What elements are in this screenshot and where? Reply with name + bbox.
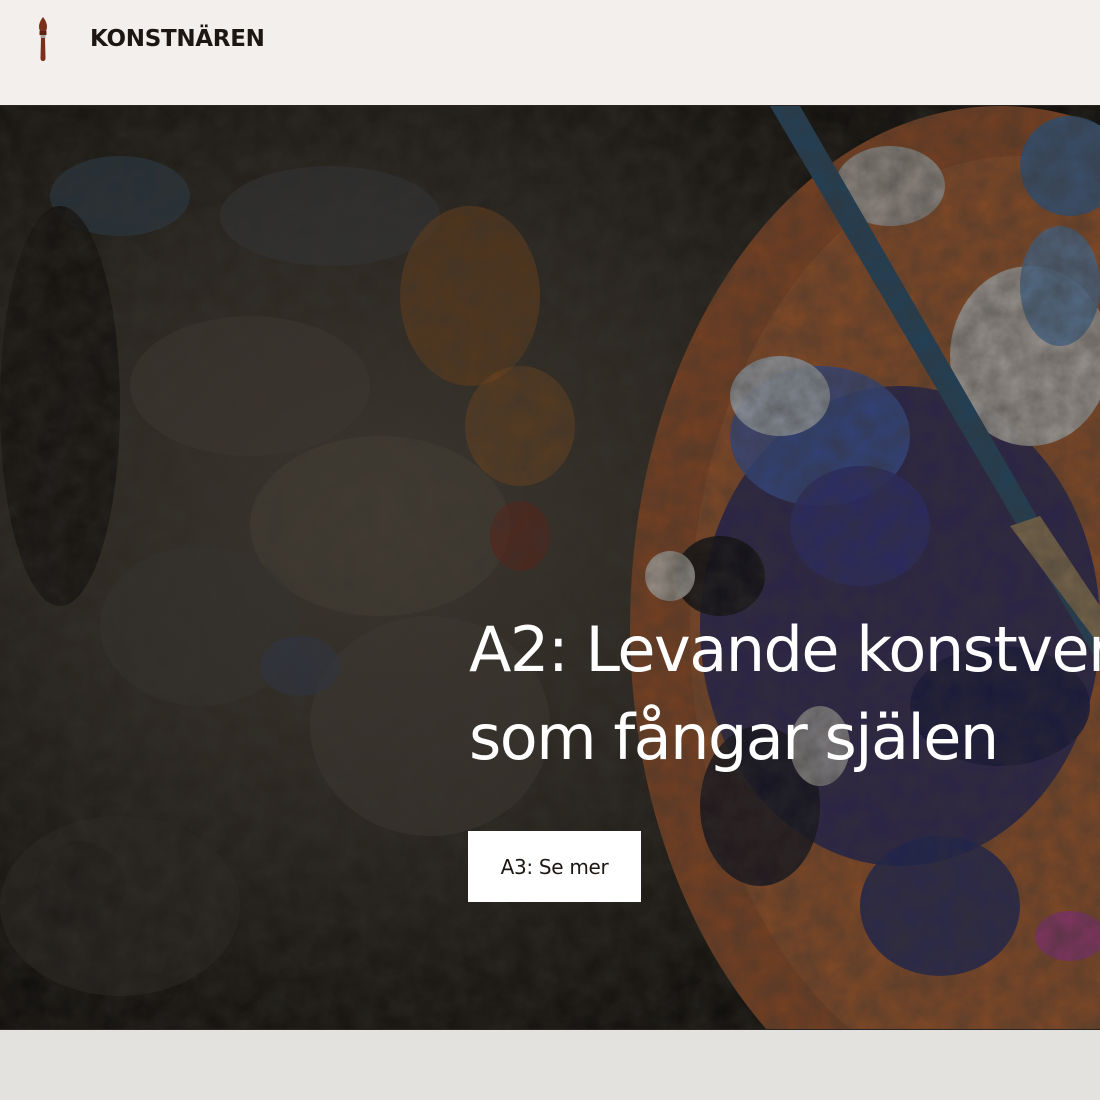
see-more-button[interactable]: A3: Se mer xyxy=(468,831,641,902)
hero-section: A2: Levande konstverk som fångar själen … xyxy=(0,106,1100,1030)
hero-heading-line-1: A2: Levande konstverk xyxy=(469,613,1100,686)
page-bottom-strip xyxy=(0,1030,1100,1100)
brand-name[interactable]: KONSTNÄREN xyxy=(90,26,265,52)
hero-heading: A2: Levande konstverk som fångar själen xyxy=(469,606,1100,782)
site-header: KONSTNÄREN xyxy=(0,0,1100,106)
hero-heading-line-2: som fångar själen xyxy=(469,701,999,774)
paintbrush-icon[interactable] xyxy=(33,16,53,62)
